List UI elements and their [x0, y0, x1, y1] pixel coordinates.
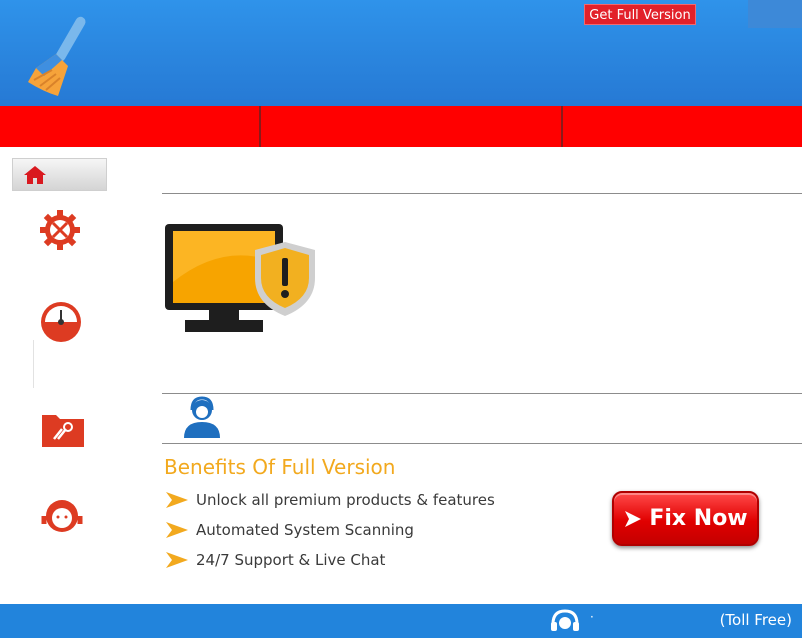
benefit-text: Automated System Scanning [196, 521, 414, 539]
sidebar-item-home[interactable] [12, 158, 107, 191]
divider-bottom [162, 443, 802, 444]
arrow-right-icon [166, 552, 188, 568]
benefit-text: 24/7 Support & Live Chat [196, 551, 386, 569]
broom-icon [28, 16, 86, 96]
nav-bar [0, 106, 802, 147]
benefit-text: Unlock all premium products & features [196, 491, 495, 509]
fix-now-button[interactable]: Fix Now [612, 491, 759, 546]
play-icon [625, 510, 642, 527]
toll-free-label: (Toll Free) [719, 611, 792, 629]
monitor-shield-warning-icon [165, 224, 315, 332]
gear-tools-icon[interactable] [38, 208, 82, 252]
home-icon [24, 166, 46, 184]
header-corner-block [748, 0, 802, 28]
arrow-right-icon [166, 492, 188, 508]
nav-tab-3[interactable] [563, 106, 802, 147]
app-window: Get Full Version Benefits Of Full Versio… [0, 0, 802, 638]
support-person-icon [184, 396, 220, 438]
benefit-item: Automated System Scanning [166, 519, 414, 541]
headset-icon [551, 609, 579, 631]
footer: · (Toll Free) [0, 604, 802, 638]
arrow-right-icon [166, 522, 188, 538]
support-agent-icon[interactable] [38, 494, 86, 540]
folder-repair-icon[interactable] [40, 409, 86, 449]
benefits-title: Benefits Of Full Version [164, 455, 396, 479]
divider-middle [162, 393, 802, 394]
nav-tab-1[interactable] [0, 106, 261, 147]
speedometer-icon[interactable] [39, 300, 83, 344]
footer-phone-text: · [590, 610, 594, 624]
sidebar-separator [33, 340, 34, 388]
fix-now-label: Fix Now [649, 506, 748, 531]
get-full-version-button[interactable]: Get Full Version [584, 4, 696, 25]
benefit-item: Unlock all premium products & features [166, 489, 495, 511]
nav-tab-2[interactable] [261, 106, 563, 147]
divider-top [162, 193, 802, 194]
header: Get Full Version [0, 0, 802, 106]
benefit-item: 24/7 Support & Live Chat [166, 549, 385, 571]
